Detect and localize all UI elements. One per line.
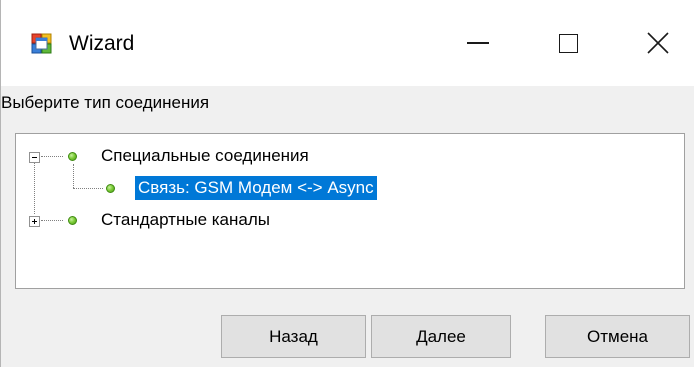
tree-node-standard-channels[interactable]: Стандартные каналы bbox=[16, 206, 684, 234]
wizard-window: Wizard Выберите тип соединения Специальн… bbox=[0, 0, 694, 367]
app-window-icon bbox=[31, 33, 52, 54]
minimize-button[interactable] bbox=[433, 14, 523, 72]
maximize-button[interactable] bbox=[523, 14, 613, 72]
back-button[interactable]: Назад bbox=[221, 315, 366, 358]
tree-node-label-selected: Связь: GSM Модем <-> Async bbox=[135, 176, 377, 200]
tree-connector-line bbox=[73, 188, 103, 189]
node-bullet-icon bbox=[68, 216, 77, 225]
node-bullet-icon bbox=[68, 152, 77, 161]
expand-icon[interactable] bbox=[29, 216, 40, 227]
tree-connector-line bbox=[41, 156, 63, 157]
tree-node-label: Специальные соединения bbox=[101, 146, 309, 165]
tree-node-gsm-modem-async[interactable]: Связь: GSM Модем <-> Async bbox=[16, 174, 684, 202]
connection-tree[interactable]: Специальные соединения Связь: GSM Модем … bbox=[15, 133, 685, 289]
next-button[interactable]: Далее bbox=[371, 315, 511, 358]
tree-node-label: Стандартные каналы bbox=[101, 210, 270, 229]
tree-connector-line bbox=[41, 220, 63, 221]
collapse-icon[interactable] bbox=[29, 152, 40, 163]
minimize-icon bbox=[467, 42, 489, 44]
close-icon bbox=[647, 32, 669, 54]
window-title: Wizard bbox=[69, 32, 135, 55]
close-button[interactable] bbox=[613, 14, 694, 72]
node-bullet-icon bbox=[106, 184, 115, 193]
cancel-button[interactable]: Отмена bbox=[545, 315, 690, 358]
maximize-icon bbox=[558, 33, 578, 53]
prompt-label: Выберите тип соединения bbox=[1, 93, 210, 112]
title-bar[interactable]: Wizard bbox=[1, 0, 694, 86]
tree-node-special-connections[interactable]: Специальные соединения bbox=[16, 142, 684, 170]
